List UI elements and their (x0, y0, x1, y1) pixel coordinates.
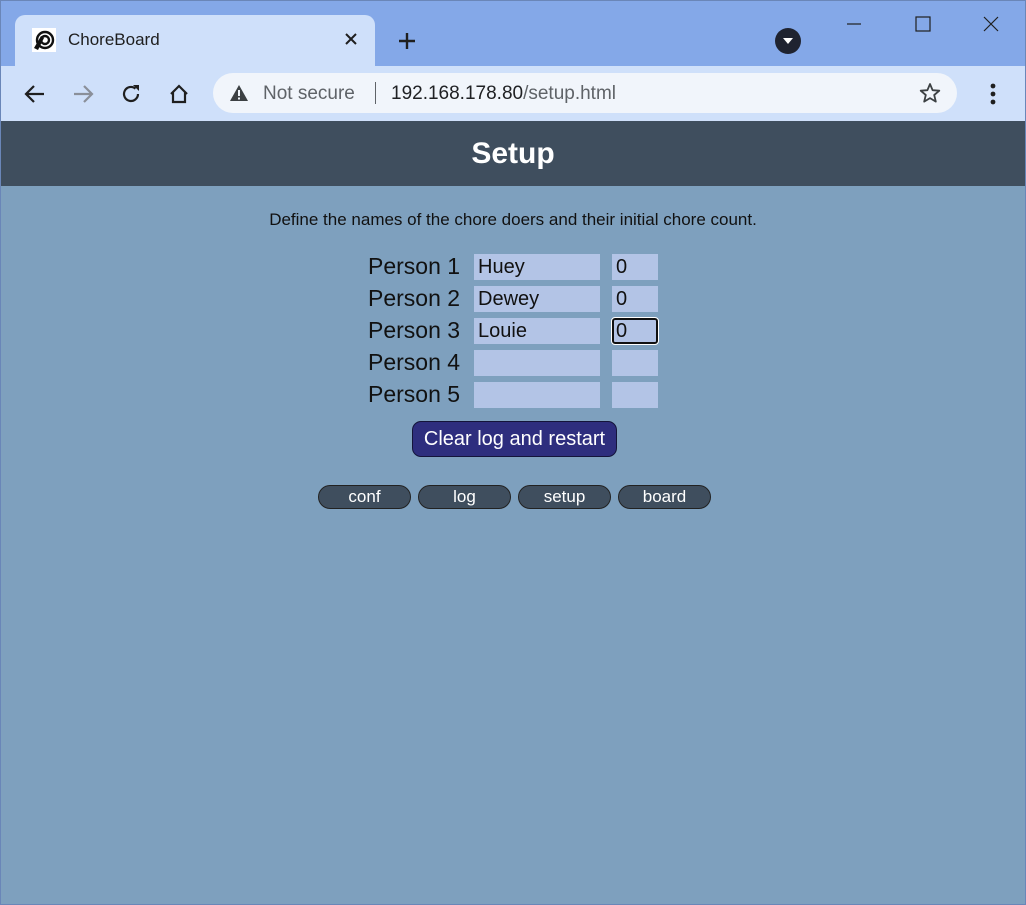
browser-toolbar: Not secure 192.168.178.80/setup.html (1, 66, 1025, 121)
tab-search-icon[interactable] (775, 28, 801, 54)
new-tab-icon[interactable] (393, 27, 421, 55)
address-divider (375, 82, 376, 104)
maximize-icon[interactable] (900, 9, 946, 39)
person-1-name-field[interactable] (474, 254, 600, 280)
minimize-icon[interactable] (831, 9, 877, 39)
page-header: Setup (1, 121, 1025, 186)
page-title: Setup (471, 137, 555, 170)
forward-icon[interactable] (66, 77, 100, 111)
person-label: Person 5 (368, 381, 461, 407)
person-row: Person 2 (368, 285, 668, 312)
nav-setup-button[interactable]: setup (518, 485, 611, 509)
nav-board-button[interactable]: board (618, 485, 711, 509)
window-close-icon[interactable] (968, 9, 1014, 39)
address-bar[interactable]: Not secure 192.168.178.80/setup.html (213, 73, 957, 113)
person-3-count-field[interactable] (611, 317, 659, 345)
person-label: Person 1 (368, 253, 461, 279)
person-4-count-field[interactable] (612, 350, 658, 376)
browser-tab[interactable]: ChoreBoard (15, 15, 375, 66)
intro-text: Define the names of the chore doers and … (269, 210, 757, 229)
person-3-name-field[interactable] (474, 318, 600, 344)
url-host: 192.168.178.80 (391, 83, 524, 104)
tab-strip: ChoreBoard (1, 1, 1025, 66)
url-path: /setup.html (523, 83, 617, 104)
browser-window: ChoreBoard Not secure 192.168.178.80/set… (0, 0, 1026, 905)
person-row: Person 1 (368, 253, 668, 280)
nav-conf-button[interactable]: conf (318, 485, 411, 509)
person-label: Person 3 (368, 317, 461, 343)
person-row: Person 5 (368, 381, 668, 408)
bookmark-star-icon[interactable] (919, 82, 941, 104)
person-4-name-field[interactable] (474, 350, 600, 376)
home-icon[interactable] (162, 77, 196, 111)
person-5-name-field[interactable] (474, 382, 600, 408)
tab-close-icon[interactable] (341, 29, 361, 49)
tab-title: ChoreBoard (68, 30, 160, 49)
reload-icon[interactable] (114, 77, 148, 111)
person-label: Person 2 (368, 285, 461, 311)
browser-menu-icon[interactable] (979, 77, 1007, 111)
page-content: Setup Define the names of the chore doer… (1, 121, 1025, 904)
person-1-count-field[interactable] (612, 254, 658, 280)
choreboard-favicon-icon (32, 28, 56, 52)
person-row: Person 3 (368, 317, 668, 345)
back-icon[interactable] (18, 77, 52, 111)
clear-log-button[interactable]: Clear log and restart (412, 421, 617, 457)
person-2-name-field[interactable] (474, 286, 600, 312)
warning-icon[interactable] (229, 83, 249, 103)
person-row: Person 4 (368, 349, 668, 376)
person-2-count-field[interactable] (612, 286, 658, 312)
security-label[interactable]: Not secure (263, 83, 355, 105)
nav-log-button[interactable]: log (418, 485, 511, 509)
url-text[interactable]: 192.168.178.80/setup.html (391, 83, 616, 105)
person-5-count-field[interactable] (612, 382, 658, 408)
person-label: Person 4 (368, 349, 461, 375)
